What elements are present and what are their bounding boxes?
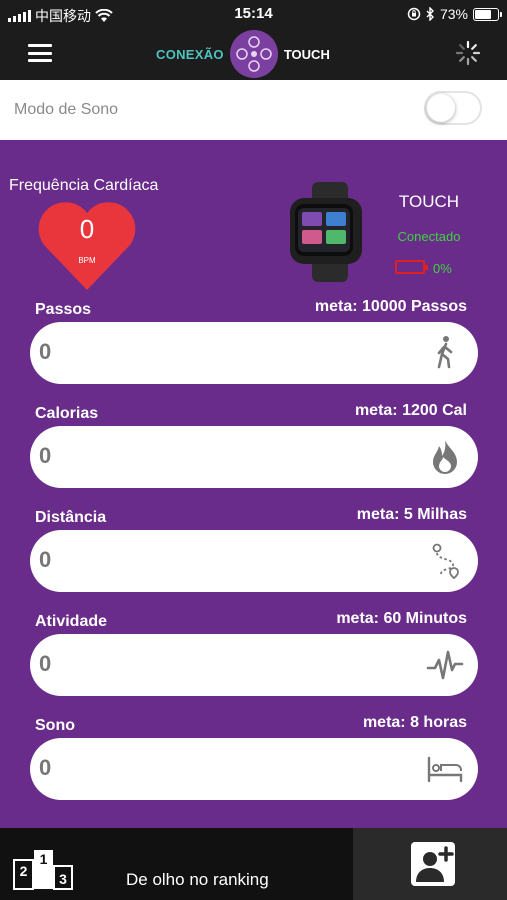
app-logo: CONEXÃO TOUCH (156, 28, 330, 80)
pulse-icon (426, 650, 464, 680)
status-bar: 中国移动 15:14 73% (0, 0, 507, 28)
metric-goal: meta: 1200 Cal (354, 402, 467, 419)
podium-first: 1 (40, 851, 48, 867)
orientation-lock-icon (407, 7, 421, 21)
metric-label: Sono (35, 717, 75, 734)
metric-activity-card[interactable]: 0 (30, 634, 478, 696)
device-battery-icon (395, 260, 428, 274)
metric-goal: meta: 8 horas (362, 714, 467, 731)
podium-second: 2 (20, 863, 28, 879)
metric-value: 0 (39, 755, 52, 780)
metric-sleep-card[interactable]: 0 (30, 738, 478, 800)
bed-icon (427, 756, 463, 783)
smartwatch-image (290, 182, 367, 282)
logo-text-left: CONEXÃO (156, 46, 224, 62)
ranking-button[interactable]: 2 1 3 De olho no ranking (0, 828, 353, 900)
dashboard-panel: Frequência Cardíaca 0 BPM TOUCH Conectad… (0, 140, 507, 828)
status-right: 73% (407, 6, 502, 22)
device-connection-status: Conectado (397, 229, 461, 244)
bluetooth-icon (426, 7, 434, 21)
metric-goal: meta: 60 Minutos (336, 610, 467, 627)
bottom-bar: 2 1 3 De olho no ranking (0, 828, 507, 900)
heart-rate-title: Frequência Cardíaca (9, 177, 159, 194)
sleep-mode-row: Modo de Sono (0, 80, 507, 140)
podium-third: 3 (59, 871, 67, 887)
metric-label: Passos (35, 301, 92, 318)
metric-value: 0 (39, 443, 52, 468)
metric-distance-card[interactable]: 0 (30, 530, 478, 592)
device-name: TOUCH (398, 192, 460, 211)
loading-spinner-icon (455, 40, 481, 66)
ranking-label: De olho no ranking (126, 870, 269, 889)
metric-label: Atividade (35, 613, 108, 630)
metric-calories-card[interactable]: 0 (30, 426, 478, 488)
sleep-mode-label: Modo de Sono (14, 101, 119, 118)
metric-value: 0 (39, 339, 52, 364)
battery-icon (473, 7, 502, 21)
add-user-icon (411, 842, 455, 886)
metric-steps-card[interactable]: 0 (30, 322, 478, 384)
metric-goal: meta: 5 Milhas (356, 506, 467, 523)
metric-value: 0 (39, 547, 52, 572)
metric-value: 0 (39, 651, 52, 676)
flame-icon (433, 440, 457, 474)
heart-rate-value: 0 (79, 214, 95, 244)
route-icon (432, 543, 459, 580)
metric-goal: meta: 10000 Passos (314, 298, 467, 315)
device-battery-percent: 0% (433, 261, 452, 276)
navbar: CONEXÃO TOUCH (0, 28, 507, 80)
menu-icon[interactable] (28, 44, 52, 62)
add-user-button[interactable] (353, 828, 507, 900)
sleep-mode-toggle[interactable] (424, 91, 482, 125)
battery-percent: 73% (439, 6, 468, 22)
logo-text-right: TOUCH (283, 46, 330, 62)
logo-emblem-icon (229, 30, 278, 78)
metric-label: Distância (35, 509, 107, 526)
walking-icon (437, 336, 453, 369)
heart-rate-unit: BPM (78, 256, 96, 265)
podium-icon: 2 1 3 (13, 850, 73, 890)
metric-label: Calorias (35, 405, 99, 422)
